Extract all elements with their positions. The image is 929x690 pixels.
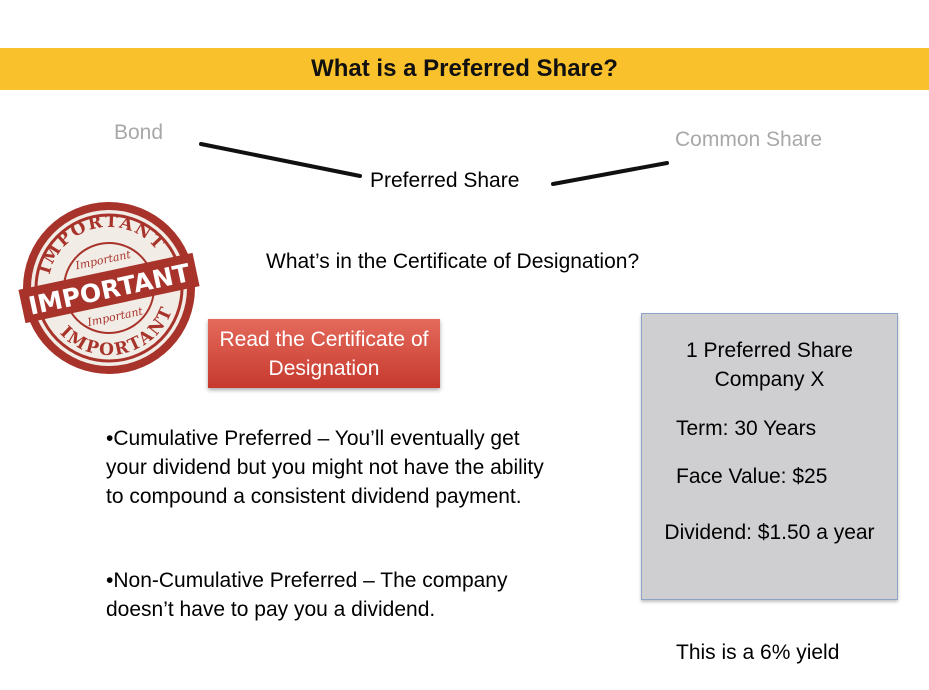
- certificate-card: 1 Preferred Share Company X Term: 30 Yea…: [641, 313, 898, 600]
- bond-label: Bond: [114, 121, 164, 144]
- bond-connector-line: [199, 142, 362, 178]
- important-stamp-icon: IMPORTANT IMPORTANT Important Important …: [18, 199, 200, 374]
- preferred-share-label: Preferred Share: [370, 169, 520, 192]
- read-certificate-button[interactable]: Read the Certificate of Designation: [208, 319, 440, 388]
- bullet-non-cumulative: •Non-Cumulative Preferred – The company …: [106, 569, 508, 621]
- bullet-cumulative: •Cumulative Preferred – You’ll eventuall…: [106, 427, 544, 508]
- common-share-label: Common Share: [675, 128, 823, 151]
- question-heading: What’s in the Certificate of Designation…: [266, 250, 640, 273]
- yield-note: This is a 6% yield: [676, 641, 840, 664]
- common-connector-line: [551, 161, 669, 186]
- certificate-term: Term: 30 Years: [676, 417, 817, 440]
- certificate-title: 1 Preferred Share Company X: [686, 339, 853, 391]
- certificate-face-value: Face Value: $25: [676, 465, 828, 488]
- certificate-dividend: Dividend: $1.50 a year: [664, 521, 875, 544]
